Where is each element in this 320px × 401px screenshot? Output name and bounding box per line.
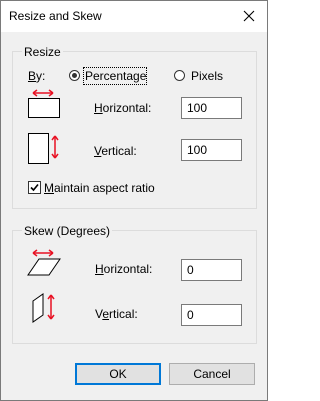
title-bar: Resize and Skew [1,1,267,32]
resize-horizontal-label: Horizontal: [94,101,152,115]
skew-vertical-input[interactable] [181,304,242,326]
skew-horizontal-label: Horizontal: [95,262,153,276]
skew-group-label: Skew (Degrees) [22,224,113,238]
window-title: Resize and Skew [9,9,102,23]
by-label: By: [28,69,46,83]
skew-vertical-label: Vertical: [95,307,138,321]
maintain-aspect-label[interactable]: Maintain aspect ratio [44,181,155,195]
checkmark-icon [29,182,40,193]
resize-vertical-label: Vertical: [94,144,137,158]
resize-skew-dialog: Resize and Skew Resize By: Percentage Pi… [0,0,268,401]
close-button[interactable] [234,2,264,30]
resize-group-label: Resize [22,45,63,59]
ok-button[interactable]: OK [75,363,161,385]
pixels-label[interactable]: Pixels [191,69,223,83]
skew-horizontal-icon [27,245,63,281]
maintain-aspect-checkbox[interactable] [28,181,41,194]
percentage-label[interactable]: Percentage [85,69,146,83]
pixels-radio[interactable] [174,70,185,81]
resize-horizontal-icon [27,85,63,121]
resize-vertical-input[interactable] [181,139,242,161]
skew-vertical-icon [29,289,65,325]
resize-vertical-icon [27,130,63,166]
percentage-radio[interactable] [69,70,80,81]
cancel-button[interactable]: Cancel [169,363,255,385]
skew-horizontal-input[interactable] [181,259,242,281]
resize-horizontal-input[interactable] [181,97,242,119]
close-icon [243,10,255,22]
